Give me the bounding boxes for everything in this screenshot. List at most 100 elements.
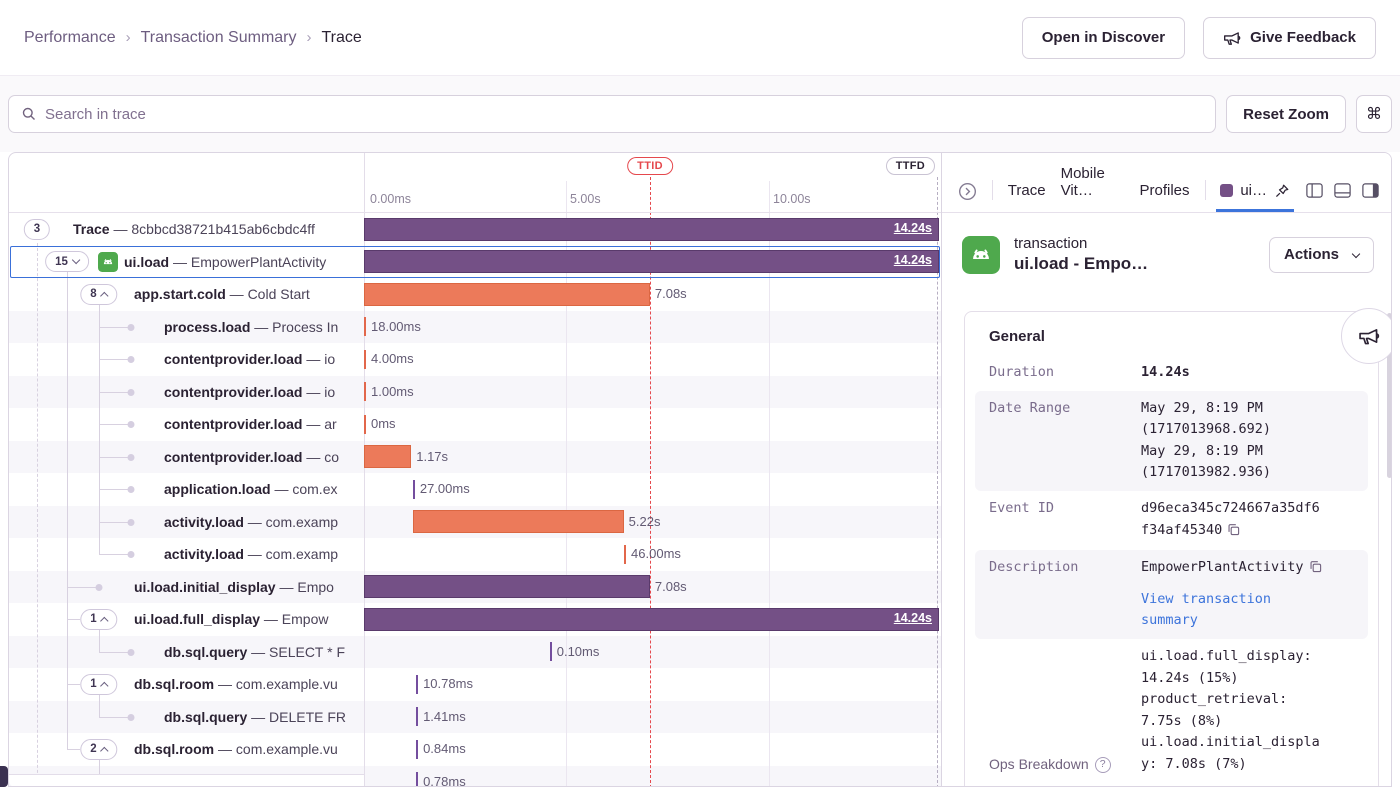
tree-bullet (128, 324, 135, 331)
span-tick[interactable] (416, 675, 418, 694)
span-bar[interactable] (364, 283, 650, 306)
span-duration-label: 1.41ms (423, 701, 466, 734)
trace-row[interactable]: contentprovider.load — io4.00ms (9, 343, 941, 376)
transaction-title: ui.load - Empo… (1014, 254, 1148, 274)
trace-row-chart: 0.78ms (364, 766, 941, 787)
span-tick[interactable] (416, 772, 418, 787)
actions-button[interactable]: Actions (1269, 237, 1374, 273)
trace-row[interactable]: 1db.sql.room — com.example.vu10.78ms (9, 668, 941, 701)
trace-row[interactable]: activity.load — com.examp46.00ms (9, 538, 941, 571)
trace-row[interactable]: contentprovider.load — ar 0ms (9, 408, 941, 441)
trace-row[interactable]: 8app.start.cold — Cold Start7.08s (9, 278, 941, 311)
kv-description: Description EmpowerPlantActivity View tr… (975, 550, 1368, 639)
span-op-description: contentprovider.load — io (164, 376, 335, 409)
span-tick[interactable] (413, 480, 415, 499)
feedback-fab-button[interactable] (1341, 308, 1392, 364)
breadcrumb-transaction-summary[interactable]: Transaction Summary (141, 29, 297, 47)
android-icon (98, 252, 118, 272)
transaction-title-block: transaction ui.load - Empo… (1014, 235, 1148, 274)
span-op-description: db.sql.room — com.example.vu (134, 668, 338, 701)
axis-tick-5s: 5.00s (570, 192, 601, 206)
span-count-badge[interactable]: 15 (45, 251, 89, 272)
trace-row-chart: 0ms (364, 408, 941, 441)
trace-row[interactable]: process.load — Process In18.00ms (9, 311, 941, 344)
trace-row[interactable]: activity.load — com.examp5.22s (9, 506, 941, 539)
tree-bullet (128, 519, 135, 526)
span-bar[interactable] (364, 445, 411, 468)
trace-waterfall: 0.00ms 5.00s 10.00s TTID TTFD 3Trace — 8… (9, 153, 941, 787)
breadcrumb-performance[interactable]: Performance (24, 29, 116, 47)
span-op-description: contentprovider.load — ar (164, 408, 337, 441)
chevron-up-icon (100, 746, 108, 754)
ops-breakdown-value: ui.load.full_display: 14.24s (15%) produ… (1141, 646, 1364, 776)
layout-bottom-panel-icon[interactable] (1333, 181, 1352, 200)
trace-row[interactable]: 1ui.load.full_display — Empow14.24s (9, 603, 941, 636)
pin-icon[interactable] (1274, 183, 1290, 199)
trace-toolbar: Reset Zoom ⌘ (0, 76, 1400, 152)
trace-row[interactable]: db.sql.query — DELETE FR1.41ms (9, 701, 941, 734)
trace-row[interactable]: db.sql.query — SELECT * F0.10ms (9, 636, 941, 669)
span-count-badge[interactable]: 3 (24, 219, 50, 240)
span-op-description: activity.load — com.examp (164, 506, 338, 539)
axis-tick-10s: 10.00s (773, 192, 811, 206)
event-id-label: Event ID (989, 498, 1141, 543)
span-bar[interactable]: 14.24s (364, 250, 939, 273)
copy-icon[interactable] (1227, 524, 1240, 540)
tab-trace[interactable]: Trace (1008, 182, 1046, 201)
span-bar[interactable]: 14.24s (364, 608, 939, 631)
trace-row[interactable]: 15ui.load — EmpowerPlantActivity14.24s (9, 246, 941, 279)
trace-row[interactable]: contentprovider.load — co1.17s (9, 441, 941, 474)
trace-row[interactable]: contentprovider.load — io 1.00ms (9, 376, 941, 409)
span-count-badge[interactable]: 8 (80, 284, 117, 305)
trace-row[interactable]: application.load — com.ex27.00ms (9, 473, 941, 506)
span-tick[interactable] (624, 545, 626, 564)
chevron-down-icon (1352, 249, 1360, 257)
span-tick[interactable] (364, 382, 366, 401)
trace-row-name: 15ui.load — EmpowerPlantActivity (9, 246, 364, 279)
chevron-down-icon (72, 256, 80, 264)
span-tick[interactable] (364, 350, 366, 369)
tab-profiles[interactable]: Profiles (1140, 182, 1190, 201)
megaphone-icon (1358, 325, 1380, 347)
span-count-badge[interactable]: 2 (80, 739, 117, 760)
kv-ops-breakdown: Ops Breakdown ? ui.load.full_display: 14… (965, 639, 1378, 783)
open-in-discover-button[interactable]: Open in Discover (1022, 17, 1185, 59)
span-tick[interactable] (416, 740, 418, 759)
keyboard-shortcuts-button[interactable]: ⌘ (1356, 95, 1392, 133)
span-tick[interactable] (364, 415, 366, 434)
trace-row-chart: 27.00ms (364, 473, 941, 506)
tab-mobile-vitals[interactable]: Mobile Vit… (1061, 165, 1125, 201)
span-count-badge[interactable]: 1 (80, 609, 117, 630)
span-tick[interactable] (364, 317, 366, 336)
span-duration-label: 0ms (371, 408, 396, 441)
trace-row[interactable]: 2db.sql.room — com.example.vu0.84ms (9, 733, 941, 766)
layout-right-panel-icon[interactable] (1361, 181, 1380, 200)
trace-row-chart: 7.08s (364, 571, 941, 604)
duration-value: 14.24s (1141, 362, 1364, 384)
general-heading: General (965, 324, 1378, 355)
trace-row-name: 2db.sql.room — com.example.vu (9, 733, 364, 766)
megaphone-icon (1223, 29, 1241, 47)
expand-drawer-icon[interactable] (958, 182, 977, 201)
help-icon[interactable]: ? (1095, 757, 1111, 773)
trace-row[interactable]: 3Trace — 8cbbcd38721b415ab6cbdc4ff14.24s (9, 213, 941, 246)
copy-icon[interactable] (1309, 561, 1322, 577)
span-bar[interactable]: 14.24s (364, 218, 939, 241)
layout-left-panel-icon[interactable] (1305, 181, 1324, 200)
give-feedback-button[interactable]: Give Feedback (1203, 17, 1376, 59)
view-transaction-summary-link[interactable]: View transaction summary (1141, 589, 1331, 632)
search-input[interactable] (45, 106, 1203, 123)
search-icon (21, 106, 37, 122)
trace-row[interactable]: ui.load.initial_display — Empo7.08s (9, 571, 941, 604)
tab-span-detail[interactable]: ui… (1220, 182, 1290, 201)
reset-zoom-button[interactable]: Reset Zoom (1226, 95, 1346, 133)
span-count-badge[interactable]: 1 (80, 674, 117, 695)
span-duration-label: 1.00ms (371, 376, 414, 409)
left-scrollbar-thumb[interactable] (0, 766, 8, 787)
span-bar[interactable] (364, 575, 650, 598)
span-bar[interactable] (413, 510, 624, 533)
trace-row-name: 1ui.load.full_display — Empow (9, 603, 364, 636)
span-tick[interactable] (550, 642, 552, 661)
span-tick[interactable] (416, 707, 418, 726)
trace-row-chart: 14.24s (364, 246, 941, 279)
